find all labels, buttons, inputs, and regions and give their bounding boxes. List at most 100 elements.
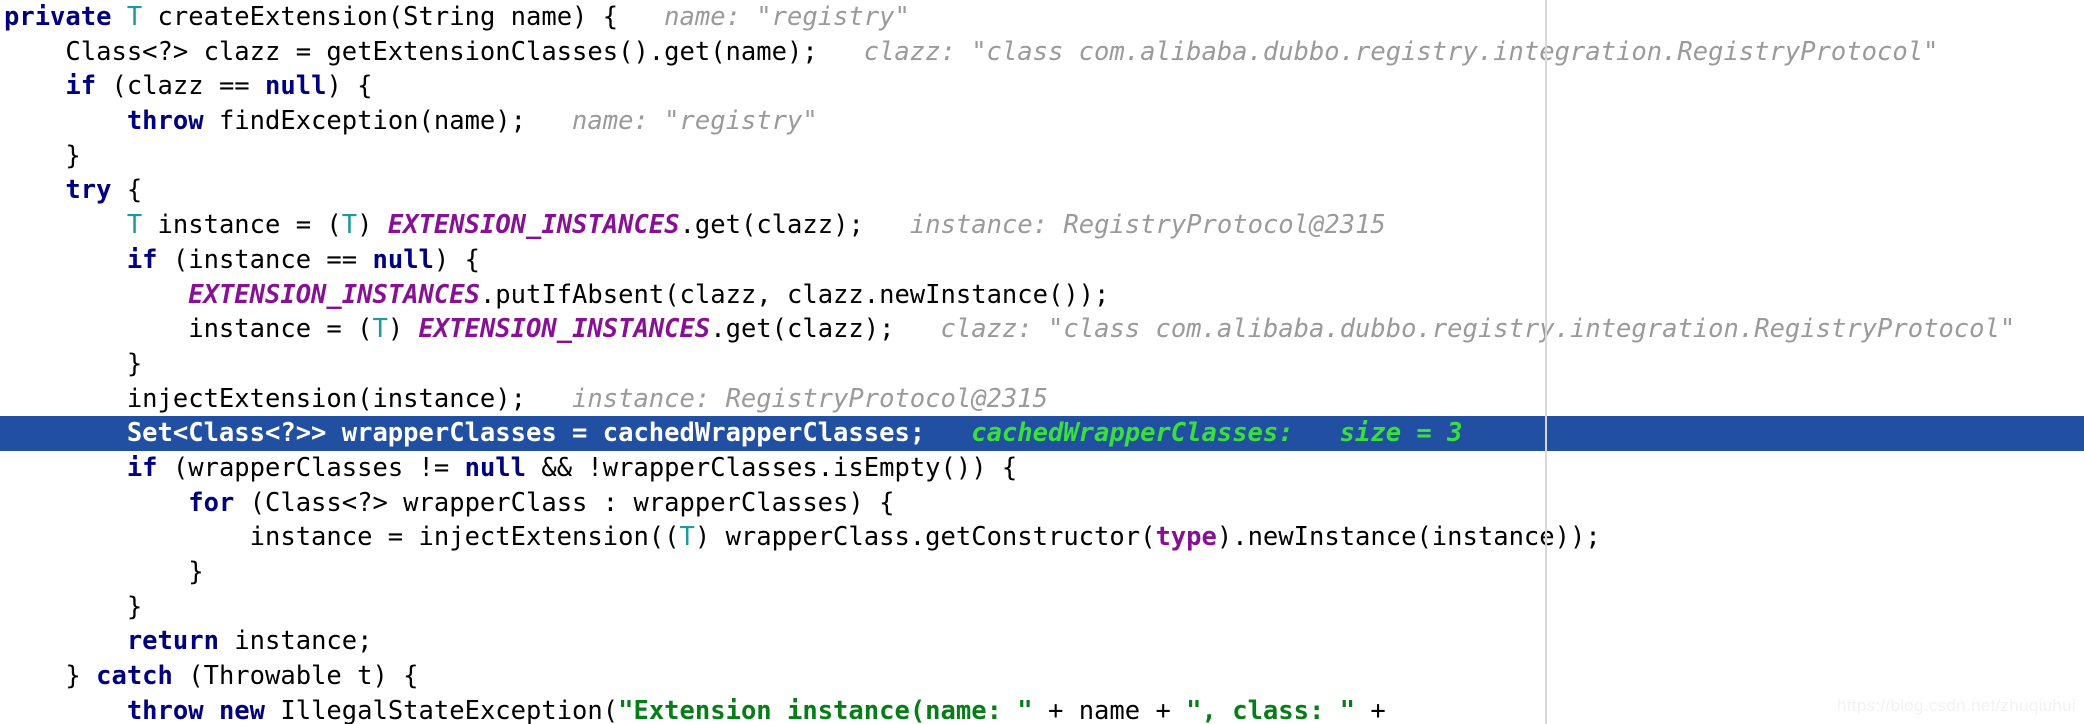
code-token: EXTENSION_INSTANCES [188,279,480,310]
code-line[interactable]: for (Class<?> wrapperClass : wrapperClas… [0,486,2084,521]
code-line[interactable]: throw findException(name); name: "regist… [0,104,2084,139]
code-token: if [126,244,158,275]
code-token: T [372,314,388,345]
code-token: throw [126,695,204,724]
code-token: Set<Class<?>> wrapperClasses = [4,418,603,449]
code-token: instance; [218,626,373,657]
code-token: type [1155,522,1217,553]
code-line[interactable]: } [0,590,2084,625]
code-token: T [679,522,695,553]
code-line[interactable]: } catch (Throwable t) { [0,659,2084,694]
code-line[interactable]: instance = injectExtension((T) wrapperCl… [0,520,2084,555]
code-token: } [4,140,81,171]
code-token: cachedWrapperClasses [602,418,910,449]
code-line[interactable]: instance = (T) EXTENSION_INSTANCES.get(c… [0,312,2084,347]
code-line[interactable]: private T createExtension(String name) {… [0,0,2084,35]
code-line[interactable]: T instance = (T) EXTENSION_INSTANCES.get… [0,208,2084,243]
code-lines-container[interactable]: private T createExtension(String name) {… [0,0,2084,724]
code-token: T [126,2,143,32]
code-token: instance = ( [142,210,342,241]
code-token: (Class<?> wrapperClass : wrapperClasses)… [234,487,895,518]
code-line[interactable]: throw new IllegalStateException("Extensi… [0,694,2084,724]
code-token: ) wrapperClass.getConstructor( [694,522,1156,553]
inline-debug-hint: name: "registry" [526,106,818,137]
code-line[interactable]: if (clazz == null) { [0,69,2084,104]
code-token: throw [126,106,204,137]
code-line[interactable]: } [0,555,2084,590]
code-token: EXTENSION_INSTANCES [387,210,680,241]
inline-debug-hint: name: "registry" [618,2,910,32]
code-token: .get(clazz); [710,314,895,345]
code-token: ).newInstance(instance)); [1216,522,1601,553]
code-token: ", class: " [1186,695,1356,724]
code-token: instance = injectExtension(( [4,522,680,553]
code-token: null [265,71,327,102]
code-token: IllegalStateException( [265,695,619,724]
code-token: } [4,591,143,622]
code-token: findException(name); [203,106,526,137]
code-token: (Throwable t) { [172,661,419,692]
code-line[interactable]: if (wrapperClasses != null && !wrapperCl… [0,451,2084,486]
code-token: null [372,244,434,275]
code-token: createExtension(String name) { [142,2,619,32]
code-line[interactable]: try { [0,173,2084,208]
code-token: (wrapperClasses != [157,452,465,483]
code-token: + [1355,695,1386,724]
code-token: { [111,175,143,206]
inline-debug-hint: cachedWrapperClasses: size = 3 [925,418,1463,449]
code-token: (clazz == [96,71,266,102]
code-token: && !wrapperClasses.isEmpty()) { [526,452,1018,483]
code-token: } [4,557,204,587]
code-line[interactable]: Set<Class<?>> wrapperClasses = cachedWra… [0,416,2084,451]
code-token: null [464,452,527,483]
code-token: + name + [1032,695,1187,724]
code-token: private [4,2,112,32]
code-token: .putIfAbsent(clazz, clazz.newInstance())… [479,279,1110,310]
code-token: try [65,175,112,206]
code-token: instance = ( [4,314,373,345]
code-token: ) [357,210,388,241]
code-line[interactable]: return instance; [0,624,2084,659]
code-line[interactable]: } [0,347,2084,382]
code-token: catch [96,661,173,692]
inline-debug-hint: instance: RegistryProtocol@2315 [863,210,1386,241]
code-editor-pane[interactable]: private T createExtension(String name) {… [0,0,2084,724]
code-token: injectExtension(instance); [4,383,526,414]
code-line[interactable]: EXTENSION_INSTANCES.putIfAbsent(clazz, c… [0,278,2084,313]
inline-debug-hint: clazz: "class com.alibaba.dubbo.registry… [894,314,2016,345]
code-token: if [65,71,97,102]
code-token: new [218,695,266,724]
code-line[interactable]: } [0,139,2084,174]
code-token: ) { [326,71,373,102]
code-line[interactable]: if (instance == null) { [0,243,2084,278]
code-token: ) { [433,244,480,275]
code-line[interactable]: injectExtension(instance); instance: Reg… [0,382,2084,417]
code-token: } [4,661,97,692]
code-token: "Extension instance(name: " [618,695,1033,724]
code-line[interactable]: Class<?> clazz = getExtensionClasses().g… [0,35,2084,70]
watermark-text: https://blog.csdn.net/zhuqiuhui [1837,696,2076,715]
code-token: if [126,452,158,483]
code-token: } [4,348,143,379]
code-token: EXTENSION_INSTANCES [418,314,711,345]
code-token: T [126,210,143,241]
code-token: (instance == [157,244,373,275]
code-token: ) [387,314,419,345]
code-token: return [126,626,219,657]
code-token: for [188,487,235,518]
inline-debug-hint: clazz: "class com.alibaba.dubbo.registry… [817,36,1939,67]
code-token: Class<?> clazz = getExtensionClasses().g… [4,36,818,67]
inline-debug-hint: instance: RegistryProtocol@2315 [525,383,1048,414]
